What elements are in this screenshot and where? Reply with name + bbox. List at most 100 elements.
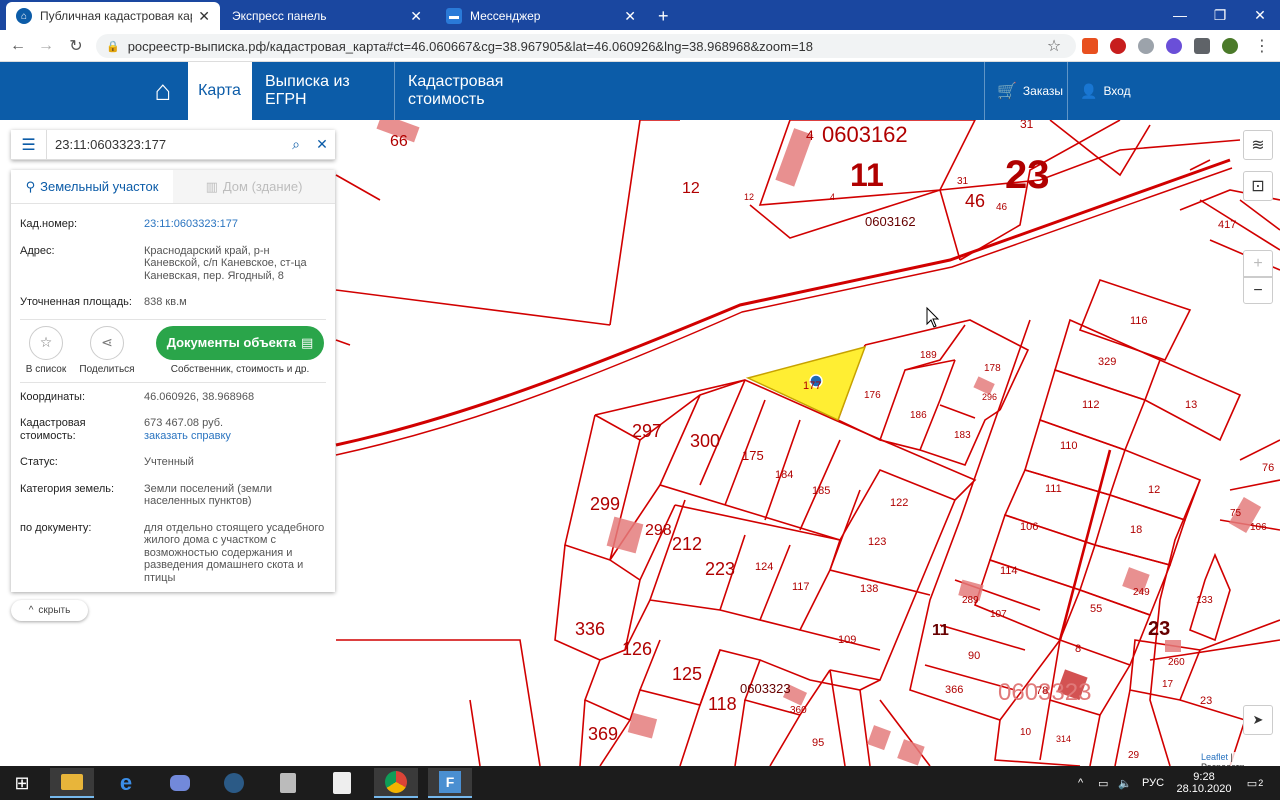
internet-explorer-icon[interactable]: e: [104, 768, 148, 798]
leaflet-link[interactable]: Leaflet: [1201, 752, 1228, 762]
zoom-in-button[interactable]: +: [1243, 250, 1273, 277]
profile-avatar[interactable]: [1222, 38, 1238, 54]
search-input[interactable]: 23:11:0603323:177: [47, 137, 283, 152]
ruler-icon[interactable]: ⊡: [1243, 171, 1273, 201]
parcel-label: 336: [575, 619, 605, 639]
bookmark-star-icon[interactable]: ☆: [1044, 36, 1064, 56]
chrome-icon[interactable]: [374, 768, 418, 798]
parcel-label: 13: [1185, 399, 1197, 411]
add-to-list-button[interactable]: ☆ В список: [16, 325, 76, 375]
windows-start-icon[interactable]: ⊞: [0, 768, 44, 798]
close-window-button[interactable]: ✕: [1240, 0, 1280, 30]
maximize-button[interactable]: ❐: [1200, 0, 1240, 30]
building-icon: ▥: [205, 178, 218, 194]
browser-tab-express[interactable]: Экспресс панель ✕: [222, 2, 432, 30]
home-icon[interactable]: ⌂: [140, 62, 186, 120]
clock-date: 28.10.2020: [1176, 783, 1232, 795]
hide-label: скрыть: [38, 605, 71, 616]
minimize-button[interactable]: —: [1160, 0, 1200, 30]
address-bar[interactable]: 🔒 росреестр-выписка.рф/кадастровая_карта…: [96, 34, 1076, 58]
nav-cadastral-value[interactable]: Кадастровая стоимость: [396, 62, 582, 120]
tab-house[interactable]: ▥ Дом (здание): [173, 170, 335, 203]
home-favicon-icon: ⌂: [16, 8, 32, 24]
user-icon: 👤: [1080, 82, 1098, 99]
field-address: Адрес: Краснодарский край, р-н Каневской…: [11, 245, 335, 283]
forward-icon[interactable]: →: [36, 36, 56, 56]
order-certificate-link[interactable]: заказать справку: [144, 430, 326, 443]
parcel-label: 29: [1128, 750, 1140, 761]
hamburger-menu-icon[interactable]: ☰: [11, 129, 47, 160]
layers-icon[interactable]: ≋: [1243, 130, 1273, 160]
field-label: Кад.номер:: [20, 218, 78, 230]
parcel-label: 329: [1098, 356, 1116, 368]
parcel-label: 122: [890, 497, 908, 509]
back-icon[interactable]: ←: [8, 36, 28, 56]
clear-search-icon[interactable]: ✕: [309, 136, 335, 153]
field-value: Земли поселений (земли населенных пункто…: [144, 482, 273, 508]
field-value: Учтенный: [144, 456, 194, 468]
parcel-label: 46: [996, 202, 1008, 213]
parcel-label: 178: [984, 363, 1001, 374]
orders-button[interactable]: 🛒 Заказы: [984, 62, 1075, 120]
parcel-label: 298: [645, 522, 672, 539]
parcel-label: 118: [708, 694, 737, 714]
steam-icon[interactable]: [212, 768, 256, 798]
locate-arrow-icon[interactable]: ➤: [1243, 705, 1273, 735]
parcel-label: 46: [965, 191, 985, 211]
new-tab-button[interactable]: +: [648, 2, 678, 30]
parcel-label: 112: [1082, 399, 1100, 411]
app-f-icon[interactable]: F: [428, 768, 472, 798]
parcel-label: 417: [1218, 219, 1236, 231]
calculator-icon[interactable]: [266, 768, 310, 798]
volume-icon[interactable]: 🔈: [1118, 766, 1132, 800]
tab-house-label: Дом (здание): [222, 179, 303, 194]
cad-number-link[interactable]: 23:11:0603323:177: [144, 218, 326, 231]
browser-menu-icon[interactable]: ⋮: [1252, 36, 1272, 56]
parcel-label: 76: [1262, 462, 1274, 474]
field-coords: Координаты: 46.060926, 38.968968: [11, 391, 335, 404]
tab-land-parcel[interactable]: ⚲ Земельный участок: [11, 170, 173, 203]
globe-extension-icon[interactable]: [1138, 38, 1154, 54]
zoom-out-button[interactable]: −: [1243, 277, 1273, 304]
discord-icon[interactable]: [158, 768, 202, 798]
parcel-label: 183: [954, 430, 971, 441]
parcel-label: 90: [968, 650, 980, 662]
browser-tab-messenger[interactable]: ▬ Мессенджер ✕: [436, 2, 646, 30]
quarter-label: 0603162: [822, 122, 908, 147]
file-explorer-icon[interactable]: [50, 768, 94, 798]
reload-icon[interactable]: ↻: [66, 36, 86, 56]
nav-map[interactable]: Карта: [188, 62, 252, 120]
parcel-label: 223: [705, 559, 735, 579]
parcel-label: 360: [790, 705, 807, 716]
login-button[interactable]: 👤 Вход: [1067, 62, 1143, 120]
browser-tab-cadastral[interactable]: ⌂ Публичная кадастровая карта 2 ✕: [6, 2, 220, 30]
close-tab-icon[interactable]: ✕: [410, 8, 422, 25]
selected-parcel-label: 177: [803, 380, 821, 392]
network-icon[interactable]: ▭: [1098, 766, 1108, 800]
puzzle-extensions-icon[interactable]: [1194, 38, 1210, 54]
snowflake-extension-icon[interactable]: [1166, 38, 1182, 54]
extension-orange-icon[interactable]: [1082, 38, 1098, 54]
nav-egrn-extract[interactable]: Выписка из ЕГРН: [253, 62, 395, 120]
close-tab-icon[interactable]: ✕: [624, 8, 636, 25]
adblock-icon[interactable]: [1110, 38, 1126, 54]
close-tab-icon[interactable]: ✕: [198, 8, 210, 25]
tab-land-label: Земельный участок: [40, 179, 159, 194]
search-icon[interactable]: ⌕: [283, 136, 309, 153]
parcel-label: 185: [812, 485, 830, 497]
object-documents-button[interactable]: Документы объекта ▤: [156, 325, 324, 360]
parcel-label: 366: [945, 684, 963, 696]
notifications-icon[interactable]: ▭ 2: [1238, 766, 1272, 800]
language-indicator[interactable]: РУС: [1142, 766, 1164, 800]
tray-chevron-icon[interactable]: ^: [1078, 766, 1083, 800]
epic-games-icon[interactable]: [320, 768, 364, 798]
quarter-big-label: 11: [850, 157, 884, 193]
field-label: Координаты:: [20, 390, 86, 403]
quarter-label: 0603323: [740, 681, 791, 696]
share-button[interactable]: ⋖ Поделиться: [77, 325, 137, 375]
parcel-label: 106: [1020, 521, 1038, 533]
parcel-label: 75: [1230, 508, 1242, 519]
hide-panel-button[interactable]: ^ скрыть: [11, 600, 88, 621]
parcel-label: 107: [990, 609, 1007, 620]
clock[interactable]: 9:28 28.10.2020: [1176, 766, 1232, 800]
